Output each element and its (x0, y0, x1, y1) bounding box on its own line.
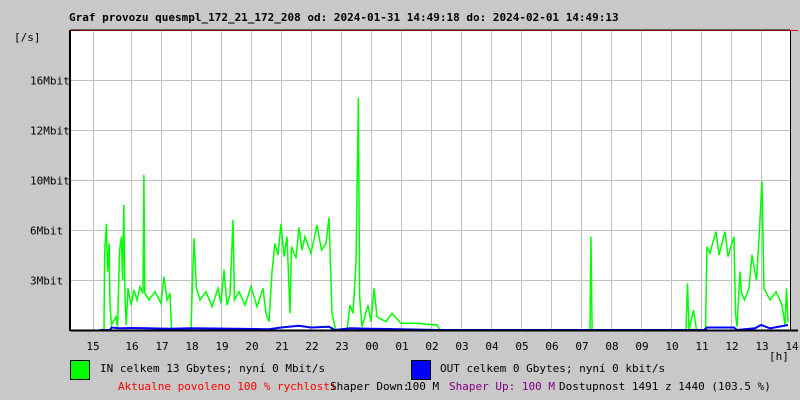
x-tick-label: 02 (425, 340, 438, 353)
y-tick-label: 16Mbit (30, 75, 70, 88)
x-tick-label: 22 (305, 340, 318, 353)
x-tick-label: 10 (665, 340, 678, 353)
x-tick-label: 20 (245, 340, 258, 353)
y-tick-label: 3Mbit (30, 275, 63, 288)
legend-in-swatch (70, 360, 90, 380)
x-tick-label: 18 (185, 340, 198, 353)
y-tick-label: 12Mbit (30, 125, 70, 138)
x-tick-label: 09 (635, 340, 648, 353)
x-tick-label: 08 (605, 340, 618, 353)
y-tick-label: 6Mbit (30, 225, 63, 238)
x-axis-unit: [h] (769, 350, 789, 363)
legend-out-swatch (411, 360, 431, 380)
x-tick-label: 11 (695, 340, 708, 353)
x-tick-label: 03 (455, 340, 468, 353)
x-tick-label: 07 (575, 340, 588, 353)
x-tick-label: 21 (275, 340, 288, 353)
x-tick-label: 19 (215, 340, 228, 353)
legend-in-text: IN celkem 13 Gbytes; nyní 0 Mbit/s (100, 362, 326, 375)
x-tick-label: 15 (86, 340, 99, 353)
x-tick-label: 01 (395, 340, 408, 353)
x-tick-label: 00 (365, 340, 378, 353)
y-tick-label: 10Mbit (30, 175, 70, 188)
x-tick-label: 17 (155, 340, 168, 353)
x-tick-label: 06 (545, 340, 558, 353)
traffic-graph: Graf provozu quesmpl_172_21_172_208 od: … (0, 0, 800, 400)
x-tick-label: 05 (515, 340, 528, 353)
shaper-down-label: Shaper Down: (330, 380, 410, 393)
x-tick-label: 04 (485, 340, 499, 353)
legend-out-text: OUT celkem 0 Gbytes; nyní 0 kbit/s (440, 362, 666, 375)
x-tick-label: 13 (755, 340, 768, 353)
availability-text: Dostupnost 1491 z 1440 (103.5 %) (559, 380, 771, 393)
x-tick-label: 16 (125, 340, 138, 353)
plot-area: 15 16 17 18 19 20 21 22 23 00 01 02 03 04 05 06 07 08 09 10… (30, 29, 799, 353)
x-tick-label: 23 (335, 340, 348, 353)
allowed-speed-text: Aktualne povoleno 100 % rychlosti (118, 380, 337, 393)
x-tick-label: 12 (725, 340, 738, 353)
shaper-up-text: Shaper Up: 100 M (449, 380, 555, 393)
shaper-down-value: 100 M (406, 380, 440, 393)
